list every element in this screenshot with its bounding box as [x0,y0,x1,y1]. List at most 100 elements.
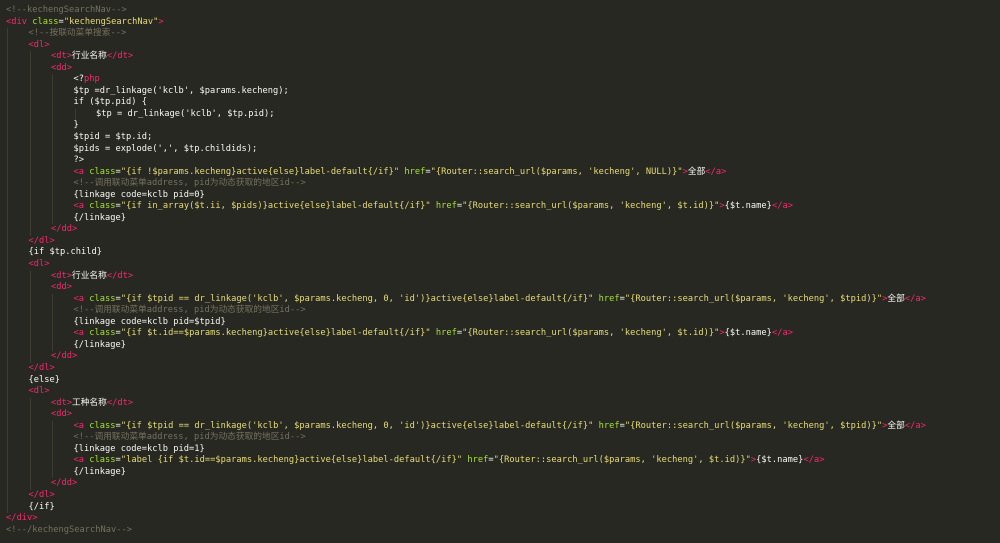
code-token: class [89,166,116,177]
code-line[interactable]: {/if} [6,501,1000,514]
indent-guide [29,85,31,98]
indent-guide [52,201,53,213]
code-line[interactable]: </dl> [6,235,1000,248]
code-token: $pids = explode(',', $tp.childids); [73,143,258,154]
code-token: php [84,74,100,85]
code-line[interactable]: </dd> [6,351,1000,363]
indent-guide [7,455,8,467]
indent-guide [7,247,8,260]
code-token: href [598,293,620,304]
code-line[interactable]: {linkage code=kclb pid=1} [6,443,1000,456]
code-line[interactable]: {if $tp.child} [6,247,1000,260]
code-line[interactable]: <a class="{if !$params.kecheng}active{el… [6,166,1000,179]
code-token: <!--kechengSearchNav--> [6,5,127,15]
code-line[interactable]: <dl> [6,259,1000,271]
indent-guide [29,270,31,283]
code-line[interactable]: <!--/kechengSearchNav--> [6,525,1000,537]
code-line[interactable]: } [6,120,1000,133]
code-line[interactable]: </dl> [6,362,1000,375]
code-line[interactable]: <a class="{if $t.id==$params.kecheng}act… [6,328,1000,340]
indent-guide [7,62,8,75]
code-token: <a [73,166,85,177]
code-line[interactable]: $tpid = $tp.id; [6,132,1000,144]
indent-guide [7,362,8,375]
indent-guide [7,397,8,410]
code-line[interactable]: <!--调用联动菜单address, pid为动态获取的地区id--> [6,178,1000,190]
code-token: {/linkage} [73,339,127,350]
code-editor[interactable]: <!--kechengSearchNav--> <div class="keche… [0,0,1000,543]
code-line[interactable]: {else} [6,374,1000,387]
indent-guide [29,328,31,340]
code-line[interactable]: <!--调用联动菜单address, pid为动态获取的地区id--> [6,305,1000,317]
code-line[interactable]: <!--调用联动菜单address, pid为动态获取的地区id--> [6,432,1000,444]
indent-guide [52,455,53,467]
code-line[interactable]: <a class="label {if $t.id==$params.keche… [6,455,1000,467]
code-token: href [598,420,620,431]
code-line[interactable]: <dd> [6,409,1000,421]
code-line[interactable]: {/linkage} [6,212,1000,225]
indent-guide [29,478,31,490]
code-line[interactable]: </dd> [6,478,1000,490]
code-line[interactable]: $tp = dr_linkage('kclb', $tp.pid); [6,108,1000,121]
indent-guide [29,224,31,236]
code-line[interactable]: <dt>工种名称</dt> [6,397,1000,410]
code-token: class [89,201,116,212]
code-line[interactable]: <!--kechengSearchNav--> [6,5,1000,17]
code-line[interactable]: </div> [6,513,1000,525]
code-token: {$t.name} [724,328,772,339]
code-token: 全部 [887,293,905,304]
code-lines[interactable]: <!--kechengSearchNav--> <div class="keche… [6,5,1000,536]
code-token: class [32,16,59,27]
code-token: {/if} [28,501,55,512]
code-line[interactable]: <div class="kechengSearchNav"> [6,17,1000,29]
code-token: </a> [771,328,793,339]
code-line[interactable]: {linkage code=kclb pid=0} [6,189,1000,202]
indent-guide [52,212,53,225]
code-line[interactable]: {/linkage} [6,466,1000,479]
code-line[interactable]: </dl> [6,489,1000,502]
code-token: "{if $tpid == dr_linkage('kclb', $params… [120,420,594,431]
code-token: <dd> [51,409,73,420]
code-line[interactable]: <dl> [6,386,1000,398]
indent-guide [29,293,31,306]
code-line[interactable]: {linkage code=kclb pid=$tpid} [6,316,1000,329]
indent-guide [7,351,8,363]
indent-guide [7,97,8,109]
code-line[interactable]: ?> [6,155,1000,167]
indent-guide [7,189,8,202]
code-token: $tp =dr_linkage('kclb', $params.kecheng)… [73,85,289,96]
code-line[interactable]: <a class="{if $tpid == dr_linkage('kclb'… [6,293,1000,306]
code-line[interactable]: {/linkage} [6,339,1000,352]
indent-guide [52,293,53,306]
indent-guide [52,305,53,317]
indent-guide [7,51,8,63]
code-line[interactable]: <dt>行业名称</dt> [6,270,1000,283]
code-line[interactable]: <a class="{if $tpid == dr_linkage('kclb'… [6,420,1000,433]
code-line[interactable]: <dd> [6,282,1000,294]
indent-guide [29,466,31,479]
code-line[interactable]: <a class="{if in_array($t.ii, $pids)}act… [6,201,1000,213]
indent-guide [29,62,31,75]
code-line[interactable]: $pids = explode(',', $tp.childids); [6,143,1000,156]
code-token: </a> [803,455,825,466]
code-line[interactable]: <!--按联动菜单搜索--> [6,28,1000,40]
indent-guide [7,443,8,456]
code-token: $tpid = $tp.id; [73,132,153,143]
code-line[interactable]: <dt>行业名称</dt> [6,51,1000,63]
code-token: } [73,120,79,131]
code-line[interactable]: <dd> [6,62,1000,75]
indent-guide [7,386,8,398]
indent-guide [29,339,31,352]
indent-guide [7,328,8,340]
indent-guide [7,374,8,387]
code-line[interactable]: <dl> [6,39,1000,52]
indent-guide [7,432,8,444]
indent-guide [7,293,8,306]
code-token: <a [73,328,85,339]
code-token: </a> [705,166,727,177]
code-line[interactable]: if ($tp.pid) { [6,97,1000,109]
code-token: <dl> [28,259,50,270]
code-line[interactable]: </dd> [6,224,1000,236]
code-line[interactable]: $tp =dr_linkage('kclb', $params.kecheng)… [6,85,1000,98]
code-line[interactable]: <?php [6,74,1000,86]
